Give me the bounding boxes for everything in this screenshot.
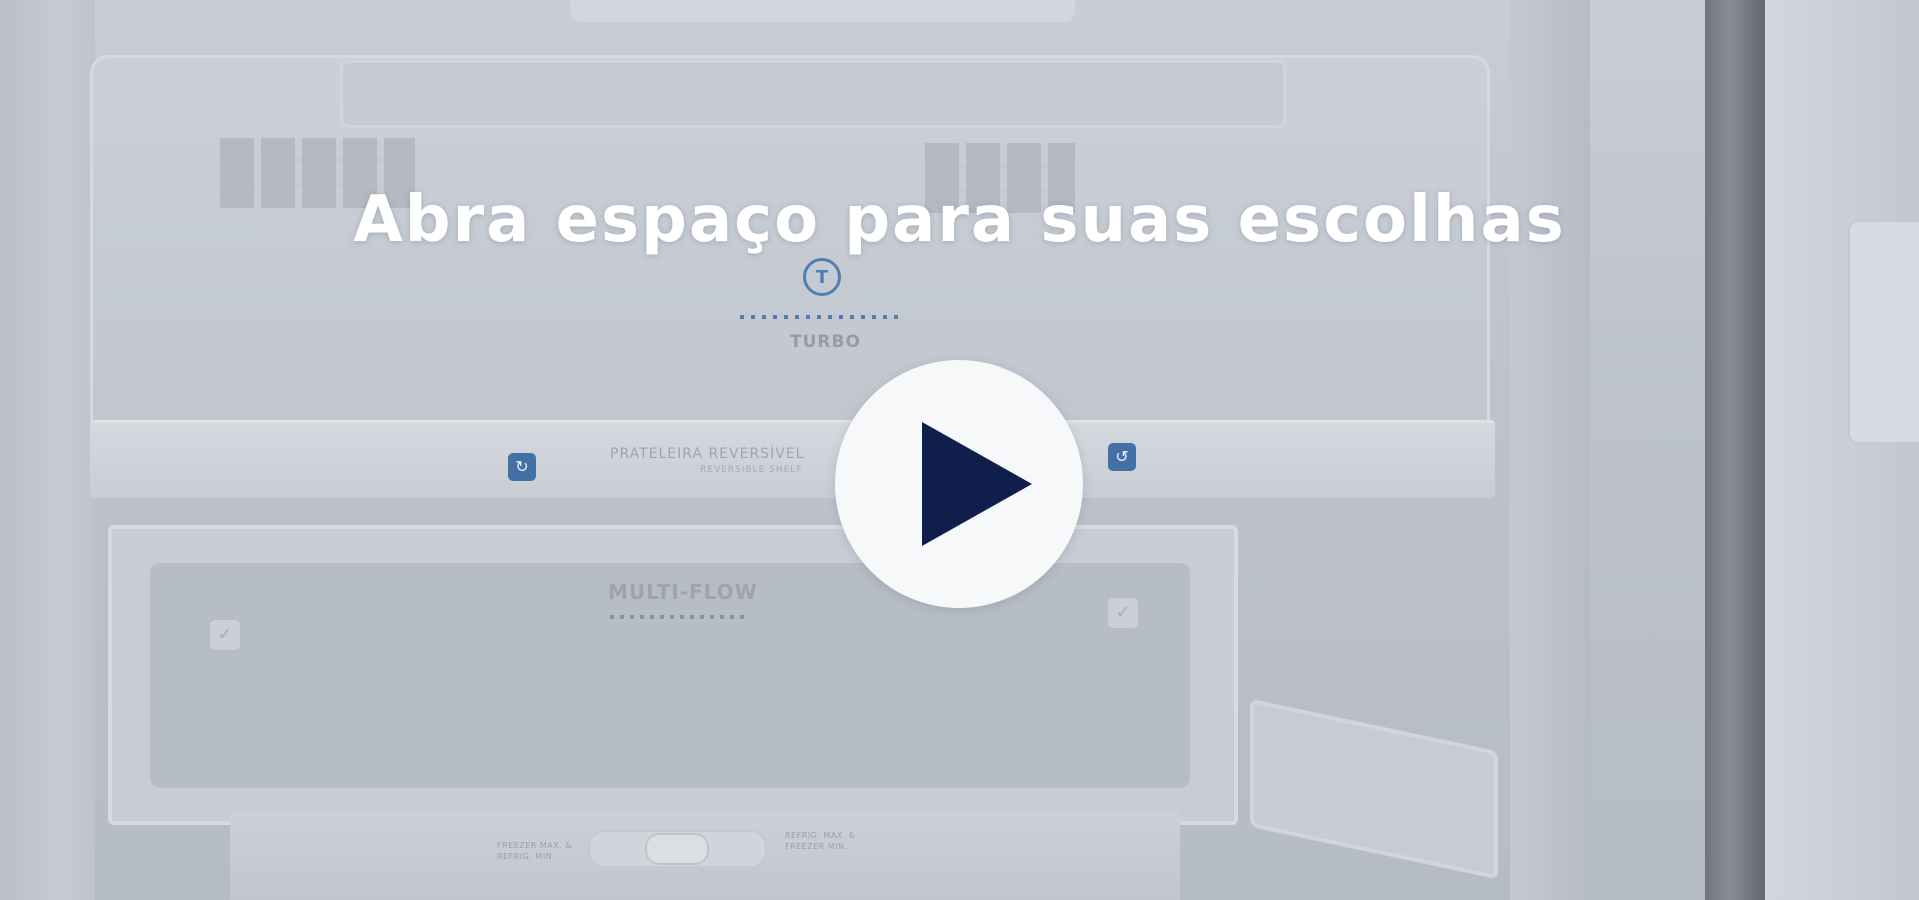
play-icon[interactable] <box>922 422 1032 546</box>
video-thumbnail[interactable]: T TURBO ↻ ↺ PRATELEIRA REVERSÍVEL REVERS… <box>0 0 1919 900</box>
headline: Abra espaço para suas escolhas <box>353 182 1566 257</box>
